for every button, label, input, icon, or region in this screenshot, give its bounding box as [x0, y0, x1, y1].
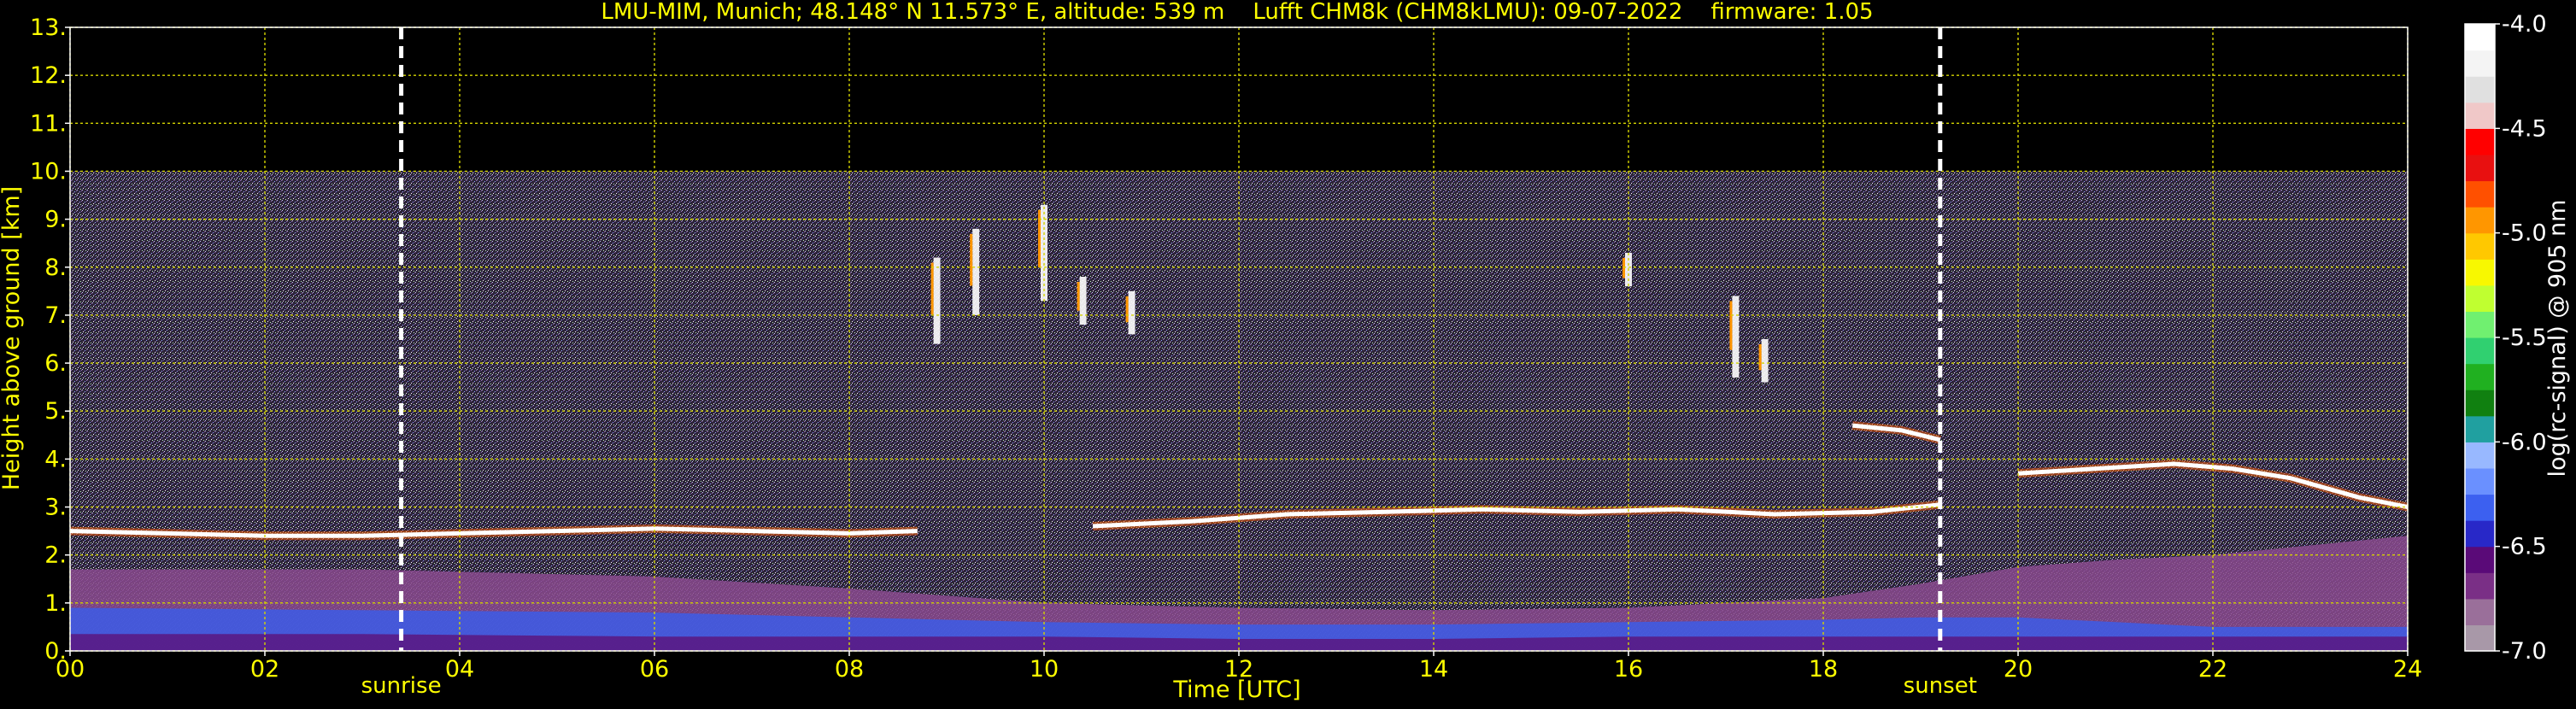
x-axis-label: Time [UTC] — [1172, 677, 1300, 703]
colorbar-swatch-22 — [2465, 50, 2495, 77]
colorbar-swatch-7 — [2465, 442, 2495, 469]
x-tick-label-2: 04 — [445, 656, 474, 683]
colorbar-swatch-4 — [2465, 520, 2495, 548]
x-tick-label-4: 08 — [835, 656, 864, 683]
colorbar-tick-label-6: -4.0 — [2502, 11, 2547, 38]
colorbar-swatch-13 — [2465, 284, 2495, 313]
cirrus-edge-3 — [1077, 282, 1080, 311]
colorbar-tick-label-0: -7.0 — [2502, 638, 2547, 665]
colorbar-swatch-15 — [2465, 232, 2495, 260]
cirrus-edge-4 — [1125, 296, 1129, 323]
cirrus-patch-6 — [1732, 296, 1740, 378]
colorbar-swatch-14 — [2465, 259, 2495, 286]
x-tick-label-8: 16 — [1614, 656, 1643, 683]
colorbar-label: log(rc-signal) @ 905 nm — [2544, 200, 2571, 478]
colorbar-swatch-8 — [2465, 415, 2495, 442]
y-tick-label-13: 13. — [30, 15, 67, 41]
colorbar-ticks: -7.0 -6.5 -6.0 -5.5 -5.0 -4.5 -4.0 — [2495, 11, 2547, 665]
y-tick-label-7: 7. — [44, 302, 67, 329]
y-tick-label-3: 3. — [44, 495, 67, 521]
colorbar-swatch-20 — [2465, 102, 2495, 129]
y-tick-label-2: 2. — [44, 542, 67, 569]
cirrus-patch-4 — [1128, 290, 1135, 335]
cirrus-patch-1 — [972, 228, 980, 315]
event-label-sunrise: sunrise — [361, 673, 442, 699]
colorbar-swatch-12 — [2465, 311, 2495, 338]
colorbar-swatch-2 — [2465, 572, 2495, 600]
cirrus-edge-2 — [1038, 209, 1041, 268]
colorbar-swatch-17 — [2465, 180, 2495, 208]
colorbar-swatch-16 — [2465, 207, 2495, 234]
cirrus-edge-7 — [1758, 344, 1762, 371]
y-tick-label-6: 6. — [44, 350, 67, 377]
cirrus-edge-0 — [930, 262, 934, 315]
cirrus-patch-3 — [1079, 277, 1087, 325]
y-axis-ticks: 0. 1. 2. 3. 4. 5. 6. 7. 8. 9. 10. 11. 12. 13. — [30, 15, 70, 665]
ceilometer-chart: 00 02 04 06 08 10 12 14 16 18 20 22 24 0. 1. 2. 3. 4. 5. 6… — [0, 0, 2576, 706]
colorbar-swatch-10 — [2465, 363, 2495, 390]
event-label-sunset: sunset — [1904, 673, 1977, 699]
cirrus-edge-6 — [1729, 301, 1733, 350]
cirrus-patch-0 — [933, 257, 941, 344]
y-tick-label-4: 4. — [44, 446, 67, 472]
colorbar-swatch-21 — [2465, 76, 2495, 103]
chart-title: LMU-MIM, Munich; 48.148° N 11.573° E, al… — [601, 0, 1873, 25]
chart-svg: 00 02 04 06 08 10 12 14 16 18 20 22 24 0.1.2.3.4.5.6… — [0, 0, 2571, 703]
colorbar-swatch-6 — [2465, 467, 2495, 495]
colorbar-swatch-19 — [2465, 128, 2495, 155]
colorbar-tick-label-1: -6.5 — [2502, 534, 2547, 560]
x-tick-label-5: 10 — [1030, 656, 1059, 683]
colorbar-swatch-18 — [2465, 154, 2495, 182]
x-tick-label-7: 14 — [1419, 656, 1448, 683]
cirrus-patch-7 — [1761, 339, 1769, 383]
x-tick-label-12: 24 — [2393, 656, 2422, 683]
x-tick-label-11: 22 — [2198, 656, 2227, 683]
colorbar-swatch-5 — [2465, 494, 2495, 521]
y-axis-label: Height above ground [km] — [0, 186, 25, 490]
colorbar-swatch-3 — [2465, 546, 2495, 573]
x-tick-label-9: 18 — [1809, 656, 1838, 683]
y-tick-label-8: 8. — [44, 255, 67, 281]
cirrus-edge-1 — [970, 233, 973, 286]
colorbar: -7.0 -6.5 -6.0 -5.5 -5.0 -4.5 -4.0 log(rc-sign… — [2464, 11, 2571, 665]
y-tick-label-5: 5. — [44, 398, 67, 425]
colorbar-swatches — [2465, 24, 2495, 652]
colorbar-swatch-11 — [2465, 337, 2495, 365]
colorbar-tick-label-4: -5.0 — [2502, 220, 2547, 247]
y-tick-label-10: 10. — [30, 158, 67, 185]
y-tick-label-1: 1. — [44, 590, 67, 617]
colorbar-swatch-0 — [2465, 624, 2495, 652]
colorbar-swatch-9 — [2465, 390, 2495, 417]
colorbar-swatch-1 — [2465, 598, 2495, 626]
colorbar-tick-label-5: -4.5 — [2502, 115, 2547, 142]
cirrus-edge-5 — [1622, 257, 1625, 278]
y-tick-label-0: 0. — [44, 638, 67, 665]
y-tick-label-12: 12. — [30, 62, 67, 89]
x-tick-label-10: 20 — [2004, 656, 2033, 683]
plot-area — [69, 26, 2409, 652]
y-tick-label-11: 11. — [30, 110, 67, 137]
x-tick-label-1: 02 — [250, 656, 279, 683]
colorbar-tick-label-2: -6.0 — [2502, 429, 2547, 455]
colorbar-swatch-23 — [2465, 24, 2495, 51]
x-tick-label-3: 06 — [640, 656, 669, 683]
event-labels: sunrise sunset — [361, 673, 1977, 699]
y-tick-label-9: 9. — [44, 207, 67, 233]
colorbar-tick-label-3: -5.5 — [2502, 325, 2547, 351]
